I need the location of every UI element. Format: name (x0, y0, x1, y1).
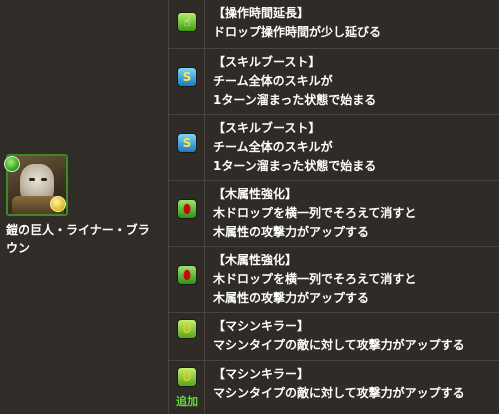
awakening-title: 【マシンキラー】 (213, 367, 310, 381)
awakening-row: ⬮ 【木属性強化】 木ドロップを横一列でそろえて消すと 木属性の攻撃力がアップす… (169, 247, 499, 313)
awakening-desc: 1ターン溜まった状態で始まる (213, 159, 377, 173)
awakening-desc: チーム全体のスキルが (213, 140, 333, 154)
awakening-text: 【木属性強化】 木ドロップを横一列でそろえて消すと 木属性の攻撃力がアップする (213, 251, 495, 308)
light-subattribute-icon (50, 196, 66, 212)
awakening-desc: 木属性の攻撃力がアップする (213, 225, 370, 239)
skill-boost-icon[interactable]: S (177, 133, 197, 153)
monster-name-line1: 鎧の巨人・ライナー・ブラ (6, 223, 150, 237)
awakening-title: 【スキルブースト】 (213, 121, 321, 135)
machine-killer-icon[interactable]: ⚙ (177, 367, 197, 387)
awakening-icon-cell: ⬮ (169, 247, 205, 312)
awakening-desc: マシンタイプの敵に対して攻撃力がアップする (213, 386, 465, 400)
added-badge: 追加 (176, 395, 198, 408)
awakening-row: S 【スキルブースト】 チーム全体のスキルが 1ターン溜まった状態で始まる (169, 115, 499, 181)
awakening-row: ⚙ 【マシンキラー】 マシンタイプの敵に対して攻撃力がアップする (169, 361, 499, 414)
awakening-icon-cell: S (169, 49, 205, 114)
awakening-icon-cell: ⬮ (169, 181, 205, 246)
awakening-desc: 木属性の攻撃力がアップする (213, 291, 370, 305)
monster-cell: 鎧の巨人・ライナー・ブラ ウン (0, 0, 169, 414)
monster-eye-right (41, 178, 47, 181)
awakening-title: 【木属性強化】 (213, 253, 298, 267)
pointer-hand-icon[interactable]: ☝ (177, 12, 197, 32)
awakening-desc: マシンタイプの敵に対して攻撃力がアップする (213, 338, 465, 352)
awakening-row: S 【スキルブースト】 チーム全体のスキルが 1ターン溜まった状態で始まる (169, 49, 499, 115)
skill-boost-icon[interactable]: S (177, 67, 197, 87)
awakening-title: 【スキルブースト】 (213, 55, 321, 69)
awakening-icon-cell: ☝ (169, 0, 205, 48)
awakening-icon-cell: ⚙ (169, 313, 205, 360)
awakening-title: 【木属性強化】 (213, 187, 298, 201)
awakening-text: 【スキルブースト】 チーム全体のスキルが 1ターン溜まった状態で始まる (213, 119, 495, 176)
monster-name[interactable]: 鎧の巨人・ライナー・ブラ ウン (6, 221, 162, 257)
monster-eye-left (29, 178, 35, 181)
awakening-row: ⚙ 【マシンキラー】 マシンタイプの敵に対して攻撃力がアップする (169, 313, 499, 361)
awakening-row: ☝ 【操作時間延長】 ドロップ操作時間が少し延びる (169, 0, 499, 49)
wood-enhance-icon[interactable]: ⬮ (177, 265, 197, 285)
machine-killer-icon[interactable]: ⚙ (177, 319, 197, 339)
awakening-desc: 木ドロップを横一列でそろえて消すと (213, 206, 417, 220)
awakening-table: 鎧の巨人・ライナー・ブラ ウン ☝ 【操作時間延長】 ドロップ操作時間が少し延び… (0, 0, 499, 414)
wood-attribute-icon (4, 156, 20, 172)
awakening-text: 【スキルブースト】 チーム全体のスキルが 1ターン溜まった状態で始まる (213, 53, 495, 110)
awakening-text: 【マシンキラー】 マシンタイプの敵に対して攻撃力がアップする (213, 365, 495, 403)
awakening-title: 【操作時間延長】 (213, 6, 310, 20)
awakening-desc: 1ターン溜まった状態で始まる (213, 93, 377, 107)
awakening-icon-cell: S (169, 115, 205, 180)
awakening-desc: 木ドロップを横一列でそろえて消すと (213, 272, 417, 286)
awakening-text: 【操作時間延長】 ドロップ操作時間が少し延びる (213, 4, 495, 42)
awakening-desc: チーム全体のスキルが (213, 74, 333, 88)
wood-enhance-icon[interactable]: ⬮ (177, 199, 197, 219)
awakening-row: ⬮ 【木属性強化】 木ドロップを横一列でそろえて消すと 木属性の攻撃力がアップす… (169, 181, 499, 247)
monster-name-line2: ウン (6, 241, 31, 255)
awakening-text: 【木属性強化】 木ドロップを横一列でそろえて消すと 木属性の攻撃力がアップする (213, 185, 495, 242)
awakening-desc: ドロップ操作時間が少し延びる (213, 25, 382, 39)
awakening-title: 【マシンキラー】 (213, 319, 310, 333)
awakening-text: 【マシンキラー】 マシンタイプの敵に対して攻撃力がアップする (213, 317, 495, 355)
